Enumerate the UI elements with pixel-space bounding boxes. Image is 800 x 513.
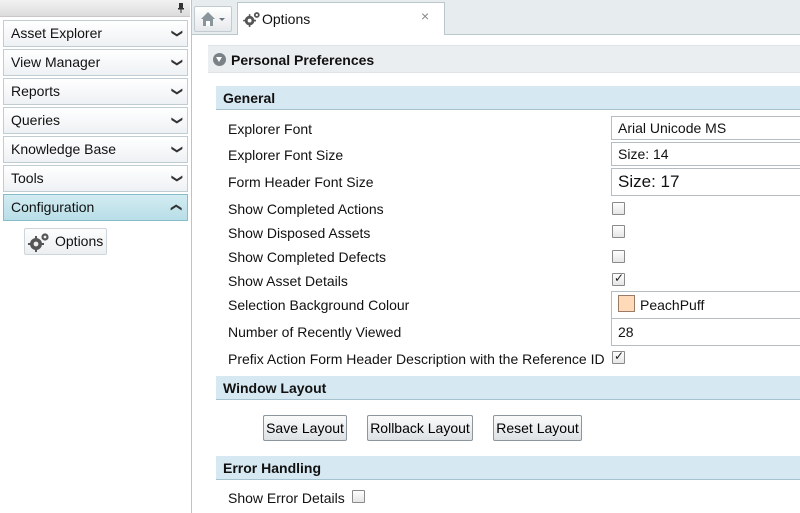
nav-queries[interactable]: Queries ❯ — [3, 107, 188, 134]
section-title: Personal Preferences — [231, 52, 375, 68]
nav-item-label: Queries — [11, 112, 61, 128]
tab-bar: Options × — [192, 0, 800, 36]
explorer-font-size-label: Explorer Font Size — [228, 147, 344, 163]
explorer-font-size-field[interactable]: Size: 14 — [611, 142, 800, 166]
options-content: Personal Preferences General Explorer Fo… — [192, 35, 800, 513]
selection-background-colour-label: Selection Background Colour — [228, 297, 410, 313]
explorer-font-field[interactable]: Arial Unicode MS — [611, 116, 800, 140]
chevron-down-icon: ❯ — [170, 173, 183, 184]
color-swatch — [618, 295, 635, 312]
show-completed-defects-label: Show Completed Defects — [228, 249, 386, 265]
chevron-down-icon: ❯ — [170, 144, 183, 155]
prefix-action-form-checkbox[interactable]: ✓ — [612, 349, 625, 364]
collapse-icon[interactable] — [213, 53, 226, 66]
navigation-panel: Asset Explorer ❯ View Manager ❯ Reports … — [0, 0, 192, 513]
form-header-font-size-label: Form Header Font Size — [228, 174, 374, 190]
colour-value: PeachPuff — [640, 297, 705, 313]
number-recently-viewed-field[interactable]: 28 — [611, 318, 800, 346]
home-icon — [201, 12, 225, 26]
close-icon[interactable]: × — [421, 8, 429, 24]
general-header: General — [216, 86, 800, 110]
number-recently-viewed-label: Number of Recently Viewed — [228, 324, 402, 340]
show-error-details-checkbox[interactable] — [352, 490, 365, 503]
checkmark-icon: ✓ — [614, 271, 625, 285]
show-asset-details-checkbox[interactable]: ✓ — [612, 271, 625, 286]
selection-background-colour-field[interactable]: PeachPuff — [611, 291, 800, 319]
gears-icon — [243, 12, 260, 27]
options-nav-button[interactable]: Options — [24, 228, 107, 255]
show-completed-defects-checkbox[interactable] — [612, 250, 625, 263]
chevron-down-icon: ❯ — [170, 28, 183, 39]
personal-preferences-header[interactable]: Personal Preferences — [208, 45, 800, 73]
show-asset-details-label: Show Asset Details — [228, 273, 348, 289]
nav-pin-bar — [0, 0, 190, 17]
chevron-down-icon: ❯ — [170, 86, 183, 97]
reset-layout-button[interactable]: Reset Layout — [493, 415, 582, 441]
nav-item-label: Asset Explorer — [11, 25, 103, 41]
options-nav-label: Options — [55, 233, 104, 249]
nav-knowledge-base[interactable]: Knowledge Base ❯ — [3, 136, 188, 163]
nav-item-label: Tools — [11, 170, 44, 186]
explorer-font-label: Explorer Font — [228, 121, 313, 137]
nav-configuration[interactable]: Configuration ❯ — [3, 194, 188, 221]
home-menu-button[interactable] — [194, 6, 232, 32]
show-error-details-label: Show Error Details — [228, 490, 345, 506]
chevron-down-icon: ❯ — [170, 115, 183, 126]
nav-tools[interactable]: Tools ❯ — [3, 165, 188, 192]
nav-reports[interactable]: Reports ❯ — [3, 78, 188, 105]
show-disposed-assets-checkbox[interactable] — [612, 225, 625, 238]
chevron-down-icon: ❯ — [170, 57, 183, 68]
window-layout-header: Window Layout — [216, 376, 800, 400]
save-layout-button[interactable]: Save Layout — [263, 415, 347, 441]
checkmark-icon: ✓ — [614, 349, 625, 363]
pin-icon[interactable] — [178, 3, 184, 13]
error-handling-header: Error Handling — [216, 456, 800, 480]
nav-item-label: Configuration — [11, 199, 95, 215]
show-completed-actions-label: Show Completed Actions — [228, 201, 384, 217]
nav-item-label: Knowledge Base — [11, 141, 117, 157]
nav-view-manager[interactable]: View Manager ❯ — [3, 49, 188, 76]
tab-options[interactable]: Options × — [237, 2, 445, 36]
gears-icon — [28, 233, 49, 252]
rollback-layout-button[interactable]: Rollback Layout — [367, 415, 473, 441]
form-header-font-size-field[interactable]: Size: 17 — [611, 168, 800, 196]
nav-item-label: Reports — [11, 83, 61, 99]
show-disposed-assets-label: Show Disposed Assets — [228, 225, 371, 241]
prefix-action-form-label: Prefix Action Form Header Description wi… — [228, 351, 605, 367]
nav-item-label: View Manager — [11, 54, 101, 70]
tab-options-label: Options — [262, 11, 311, 27]
show-completed-actions-checkbox[interactable] — [612, 202, 625, 215]
nav-asset-explorer[interactable]: Asset Explorer ❯ — [3, 20, 188, 47]
chevron-up-icon: ❯ — [169, 202, 182, 213]
